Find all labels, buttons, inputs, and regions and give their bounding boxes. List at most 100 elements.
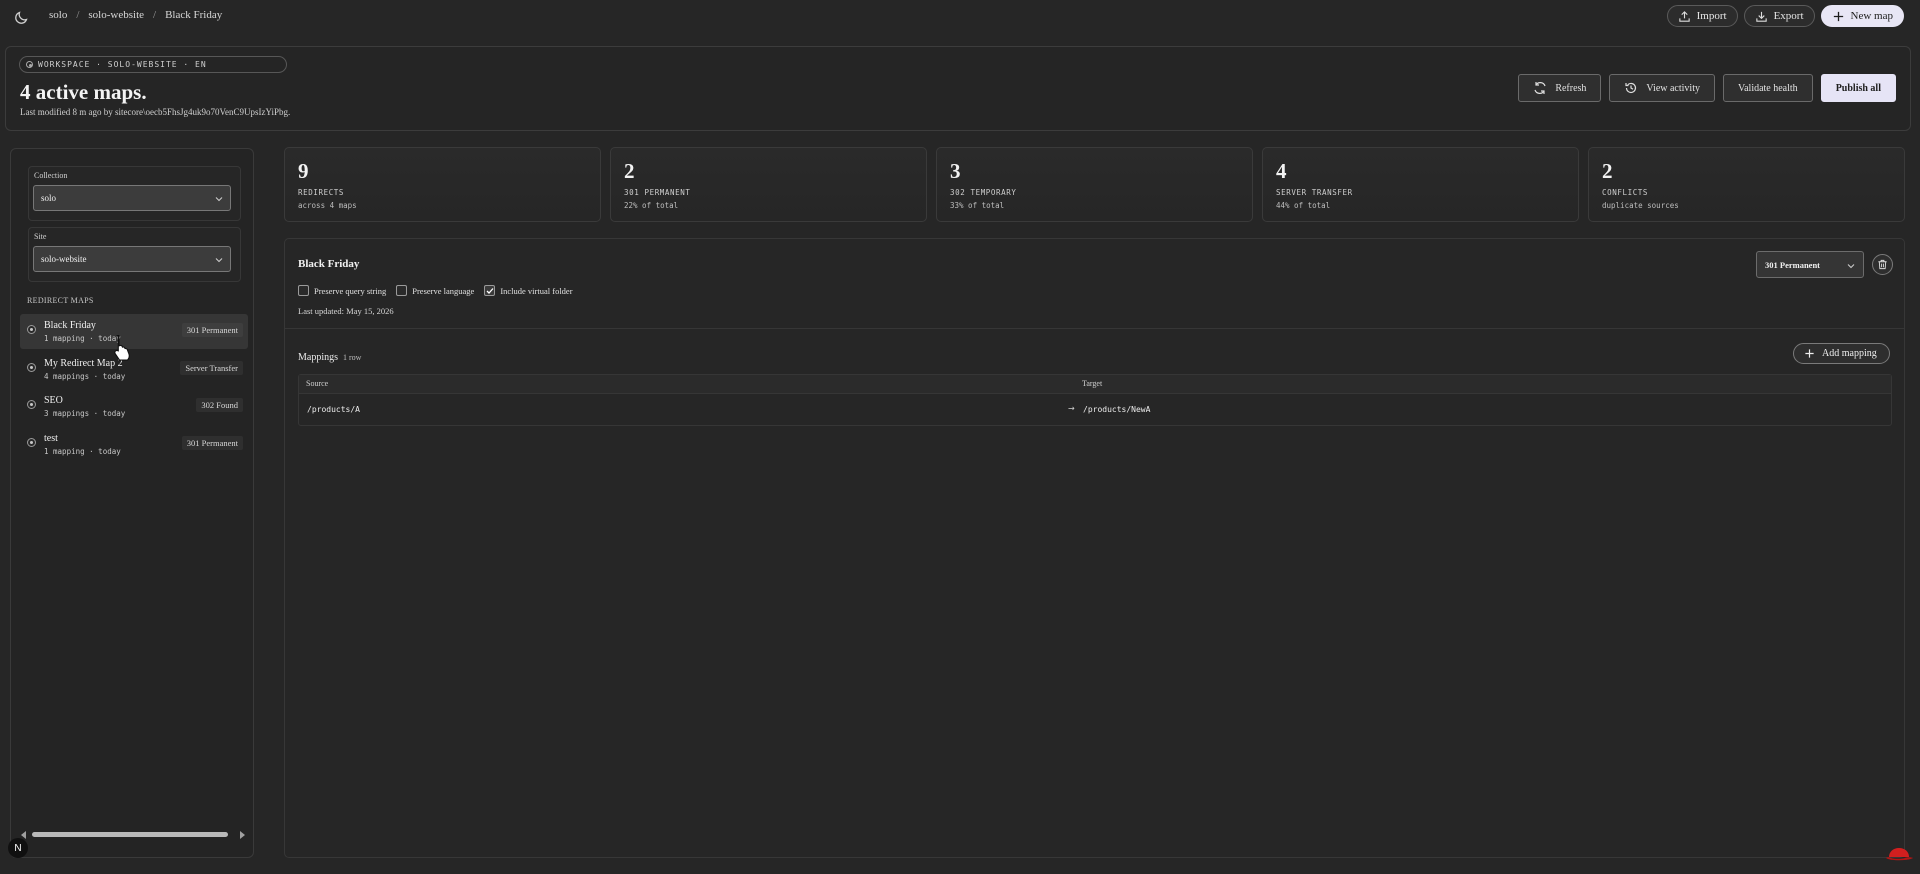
page-title: 4 active maps.: [20, 80, 147, 104]
workspace-chip-label: WORKSPACE · SOLO-WEBSITE · EN: [38, 60, 207, 69]
map-item-test[interactable]: test 1 mapping · today 301 Permanent: [20, 427, 248, 462]
moon-icon[interactable]: [14, 9, 30, 25]
breadcrumb-separator: /: [76, 9, 80, 21]
red-hat-icon[interactable]: [1884, 843, 1914, 863]
breadcrumb: solo / solo-website / Black Friday: [49, 9, 222, 21]
map-meta: 1 mapping · today: [44, 334, 121, 343]
map-type-badge: 302 Found: [196, 398, 243, 412]
stat-label: 302 TEMPORARY: [950, 188, 1017, 197]
stat-card-server-transfer: 4 SERVER TRANSFER 44% of total: [1262, 147, 1579, 222]
history-icon: [1625, 82, 1637, 94]
import-button[interactable]: Import: [1666, 5, 1738, 27]
export-label: Export: [1773, 10, 1804, 22]
collection-value: solo: [41, 193, 57, 203]
divider: [285, 328, 1904, 329]
last-modified-text: Last modified 8 m ago by sitecore\oecb5F…: [20, 107, 291, 117]
arrow-right-icon: →: [1068, 404, 1075, 413]
publish-all-label: Publish all: [1835, 82, 1881, 94]
sidebar: Collection solo Site solo-website REDIRE…: [10, 148, 254, 858]
mappings-count: 1 row: [343, 353, 362, 362]
map-item-my-redirect-map-2[interactable]: My Redirect Map 2 4 mappings · today Ser…: [20, 352, 248, 387]
mappings-heading: Mappings 1 row: [298, 352, 361, 363]
column-header-target: Target: [1082, 379, 1103, 388]
plus-icon: [1833, 11, 1843, 21]
redirect-maps-heading: REDIRECT MAPS: [27, 296, 94, 305]
stat-sub: 22% of total: [624, 201, 679, 210]
stat-sub: 44% of total: [1276, 201, 1331, 210]
map-options: Preserve query string Preserve language …: [298, 285, 573, 296]
scroll-right-icon[interactable]: [240, 831, 245, 839]
map-radio[interactable]: [27, 400, 36, 409]
mappings-title: Mappings: [298, 352, 338, 363]
source-path[interactable]: /products/A: [307, 405, 360, 414]
new-map-button[interactable]: New map: [1820, 5, 1904, 27]
dev-tools-badge[interactable]: N: [8, 838, 28, 858]
workspace-header: WORKSPACE · SOLO-WEBSITE · EN 4 active m…: [5, 46, 1911, 131]
checkbox-box[interactable]: [396, 285, 408, 296]
horizontal-scrollbar[interactable]: [21, 830, 245, 840]
delete-map-button[interactable]: [1872, 254, 1893, 275]
site-field: Site solo-website: [28, 227, 241, 282]
redirect-type-value: 301 Permanent: [1765, 259, 1821, 270]
map-radio[interactable]: [27, 325, 36, 334]
map-type-badge: Server Transfer: [180, 361, 243, 375]
table-row[interactable]: /products/A → /products/NewA: [299, 394, 1891, 425]
map-radio[interactable]: [27, 363, 36, 372]
stat-value: 3: [950, 159, 961, 183]
check-icon: [486, 287, 494, 294]
map-type-badge: 301 Permanent: [181, 436, 243, 450]
collection-label: Collection: [34, 171, 68, 180]
map-meta: 3 mappings · today: [44, 409, 126, 418]
site-value: solo-website: [41, 254, 87, 264]
preserve-language-checkbox[interactable]: Preserve language: [396, 285, 474, 296]
validate-health-label: Validate health: [1737, 82, 1798, 94]
include-virtual-folder-checkbox[interactable]: Include virtual folder: [484, 285, 573, 296]
checkbox-label: Preserve language: [412, 285, 475, 296]
refresh-button[interactable]: Refresh: [1518, 74, 1602, 102]
checkbox-box[interactable]: [298, 285, 309, 296]
target-path[interactable]: /products/NewA: [1083, 405, 1150, 414]
add-mapping-button[interactable]: Add mapping: [1793, 343, 1890, 364]
map-meta: 4 mappings · today: [44, 372, 126, 381]
map-name: SEO: [44, 395, 63, 406]
map-radio[interactable]: [27, 438, 36, 447]
column-header-source: Source: [306, 379, 329, 388]
map-title: Black Friday: [298, 258, 360, 270]
hand-cursor-icon: [114, 334, 130, 361]
view-activity-button[interactable]: View activity: [1609, 74, 1715, 102]
table-header: Source Target: [299, 375, 1891, 394]
plus-icon: [1805, 349, 1814, 358]
workspace-dot-icon: [26, 61, 33, 68]
upload-icon: [1678, 10, 1690, 22]
publish-all-button[interactable]: Publish all: [1820, 74, 1896, 102]
preserve-query-string-checkbox[interactable]: Preserve query string: [298, 285, 386, 296]
map-type-badge: 301 Permanent: [181, 323, 243, 337]
collection-field: Collection solo: [28, 166, 241, 221]
map-item-black-friday[interactable]: Black Friday 1 mapping · today 301 Perma…: [20, 314, 248, 349]
stat-card-conflicts: 2 CONFLICTS duplicate sources: [1588, 147, 1905, 222]
trash-icon: [1878, 259, 1887, 270]
map-item-seo[interactable]: SEO 3 mappings · today 302 Found: [20, 389, 248, 424]
breadcrumb-item[interactable]: solo: [49, 9, 67, 21]
stat-value: 9: [298, 159, 309, 183]
site-select[interactable]: solo-website: [33, 246, 231, 272]
stat-value: 2: [1602, 159, 1613, 183]
refresh-label: Refresh: [1555, 82, 1587, 94]
stat-sub: duplicate sources: [1602, 201, 1679, 210]
stat-card-301-permanent: 2 301 PERMANENT 22% of total: [610, 147, 927, 222]
mappings-table: Source Target /products/A → /products/Ne…: [298, 374, 1892, 426]
scrollbar-thumb[interactable]: [32, 832, 228, 837]
breadcrumb-item[interactable]: solo-website: [88, 9, 144, 21]
import-label: Import: [1696, 10, 1727, 22]
redirect-type-select[interactable]: 301 Permanent: [1756, 251, 1864, 278]
checkbox-box-checked[interactable]: [484, 285, 496, 296]
stat-label: REDIRECTS: [298, 188, 345, 197]
map-meta: 1 mapping · today: [44, 447, 121, 456]
view-activity-label: View activity: [1646, 82, 1700, 94]
stat-card-redirects: 9 REDIRECTS across 4 maps: [284, 147, 601, 222]
stat-sub: 33% of total: [950, 201, 1005, 210]
validate-health-button[interactable]: Validate health: [1722, 74, 1813, 102]
export-button[interactable]: Export: [1743, 5, 1815, 27]
collection-select[interactable]: solo: [33, 185, 231, 211]
stat-label: 301 PERMANENT: [624, 188, 691, 197]
